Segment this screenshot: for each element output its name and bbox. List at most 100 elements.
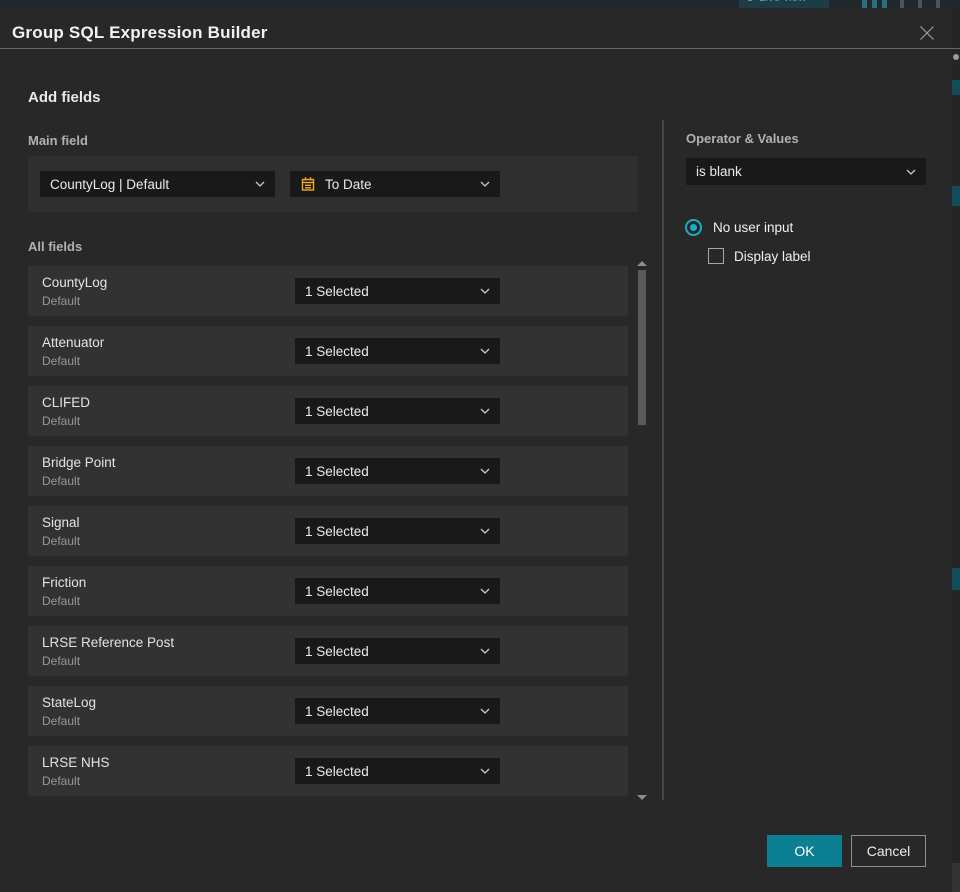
live-dot-icon	[747, 0, 753, 1]
field-selection-value: 1 Selected	[305, 583, 369, 599]
background-toolbar-icon	[918, 0, 922, 8]
field-selection-select[interactable]: 1 Selected	[295, 758, 500, 784]
background-toolbar-icon	[882, 0, 887, 8]
group-sql-expression-builder-dialog: Group SQL Expression Builder Add fields …	[0, 8, 952, 892]
chevron-down-icon	[480, 348, 490, 354]
field-selection-select[interactable]: 1 Selected	[295, 278, 500, 304]
calendar-icon	[301, 177, 315, 191]
field-type: Default	[42, 534, 81, 548]
field-type: Default	[42, 354, 81, 368]
cancel-button[interactable]: Cancel	[851, 835, 926, 867]
chevron-down-icon	[255, 181, 265, 187]
dialog-header: Group SQL Expression Builder	[0, 8, 952, 57]
main-field-select-value: CountyLog | Default	[50, 176, 170, 192]
background-fragment	[952, 863, 960, 892]
radio-selected-icon	[685, 219, 702, 236]
field-name: Attenuator	[42, 335, 105, 350]
field-name: LRSE Reference Post	[42, 635, 175, 650]
all-fields-list: CountyLog Default 1 Selected Attenuator …	[28, 266, 628, 806]
background-app-topbar: Live view	[0, 0, 960, 8]
field-selection-value: 1 Selected	[305, 643, 369, 659]
display-label-checkbox[interactable]: Display label	[708, 248, 811, 264]
field-name: StateLog	[42, 695, 97, 710]
field-row: CountyLog Default 1 Selected	[28, 266, 628, 316]
field-row: StateLog Default 1 Selected	[28, 686, 628, 736]
field-row: Friction Default 1 Selected	[28, 566, 628, 616]
ok-button[interactable]: OK	[767, 835, 842, 867]
chevron-down-icon	[906, 169, 916, 175]
background-fragment	[952, 186, 960, 206]
field-type: Default	[42, 774, 81, 788]
operator-select-value: is blank	[696, 164, 742, 179]
field-row: Signal Default 1 Selected	[28, 506, 628, 556]
scrollbar-up-arrow[interactable]	[637, 261, 647, 266]
field-row: CLIFED Default 1 Selected	[28, 386, 628, 436]
operator-values-heading: Operator & Values	[686, 131, 799, 146]
field-selection-select[interactable]: 1 Selected	[295, 398, 500, 424]
field-type: Default	[42, 294, 81, 308]
field-row: LRSE Reference Post Default 1 Selected	[28, 626, 628, 676]
field-name: CountyLog	[42, 275, 108, 290]
add-fields-heading: Add fields	[28, 89, 101, 106]
field-selection-value: 1 Selected	[305, 463, 369, 479]
background-toolbar-icon	[872, 0, 877, 8]
all-fields-label: All fields	[28, 239, 83, 254]
field-selection-value: 1 Selected	[305, 523, 369, 539]
live-view-button[interactable]: Live view	[739, 0, 829, 8]
header-divider	[0, 48, 960, 49]
field-type: Default	[42, 594, 81, 608]
chevron-down-icon	[480, 468, 490, 474]
field-selection-select[interactable]: 1 Selected	[295, 698, 500, 724]
field-selection-select[interactable]: 1 Selected	[295, 578, 500, 604]
background-toolbar-icon	[862, 0, 867, 8]
field-name: LRSE NHS	[42, 755, 110, 770]
field-selection-select[interactable]: 1 Selected	[295, 638, 500, 664]
background-toolbar-icon	[936, 0, 940, 8]
field-type: Default	[42, 474, 81, 488]
no-user-input-label: No user input	[713, 220, 794, 235]
chevron-down-icon	[480, 408, 490, 414]
field-name: Friction	[42, 575, 87, 590]
background-fragment	[952, 568, 960, 590]
field-name: Bridge Point	[42, 455, 116, 470]
field-selection-value: 1 Selected	[305, 763, 369, 779]
field-row: Bridge Point Default 1 Selected	[28, 446, 628, 496]
operator-select[interactable]: is blank	[686, 158, 926, 185]
background-fragment	[952, 80, 960, 95]
main-field-select[interactable]: CountyLog | Default	[40, 171, 275, 197]
field-selection-value: 1 Selected	[305, 703, 369, 719]
main-field-box: CountyLog | Default To Date	[28, 156, 638, 212]
field-selection-value: 1 Selected	[305, 403, 369, 419]
field-row: Attenuator Default 1 Selected	[28, 326, 628, 376]
field-type: Default	[42, 714, 81, 728]
background-toolbar-icon	[900, 0, 904, 8]
chevron-down-icon	[480, 708, 490, 714]
field-selection-value: 1 Selected	[305, 343, 369, 359]
field-selection-select[interactable]: 1 Selected	[295, 458, 500, 484]
background-scroll-dot	[953, 54, 959, 60]
main-field-label: Main field	[28, 133, 88, 148]
field-type: Default	[42, 654, 81, 668]
field-selection-select[interactable]: 1 Selected	[295, 518, 500, 544]
scrollbar-thumb[interactable]	[638, 270, 646, 425]
close-icon	[920, 26, 934, 40]
chevron-down-icon	[480, 528, 490, 534]
dialog-title: Group SQL Expression Builder	[12, 23, 268, 42]
chevron-down-icon	[480, 768, 490, 774]
field-row: LRSE NHS Default 1 Selected	[28, 746, 628, 796]
close-button[interactable]	[915, 21, 939, 45]
no-user-input-radio[interactable]: No user input	[685, 219, 793, 236]
chevron-down-icon	[480, 181, 490, 187]
field-name: Signal	[42, 515, 80, 530]
main-date-select-value: To Date	[325, 176, 372, 192]
main-date-select[interactable]: To Date	[290, 171, 500, 197]
chevron-down-icon	[480, 288, 490, 294]
field-selection-value: 1 Selected	[305, 283, 369, 299]
scrollbar-down-arrow[interactable]	[637, 795, 647, 800]
field-selection-select[interactable]: 1 Selected	[295, 338, 500, 364]
background-app-right-edge	[952, 8, 960, 892]
chevron-down-icon	[480, 588, 490, 594]
panel-divider	[662, 120, 664, 800]
field-type: Default	[42, 414, 81, 428]
field-name: CLIFED	[42, 395, 91, 410]
